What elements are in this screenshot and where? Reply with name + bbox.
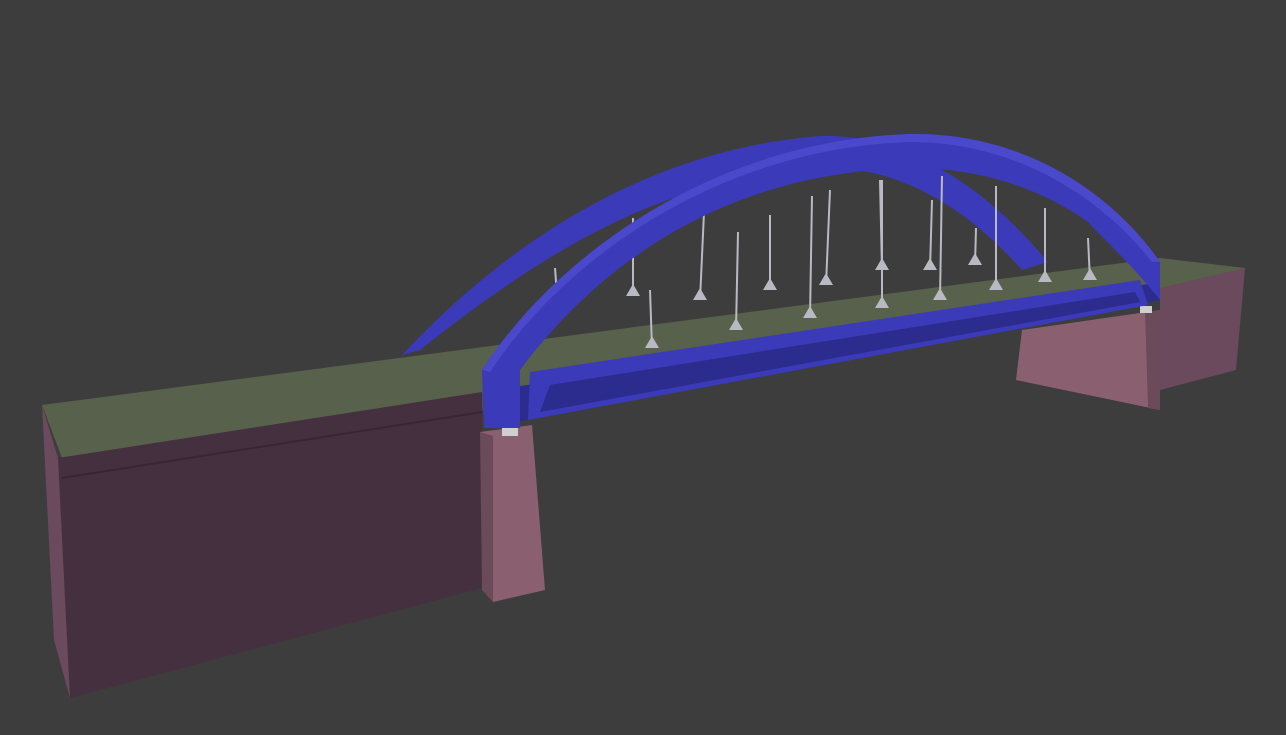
bearing-left — [502, 427, 518, 436]
bridge-scene[interactable] — [0, 0, 1286, 735]
bearing-right — [1140, 306, 1152, 313]
3d-viewport[interactable] — [0, 0, 1286, 735]
